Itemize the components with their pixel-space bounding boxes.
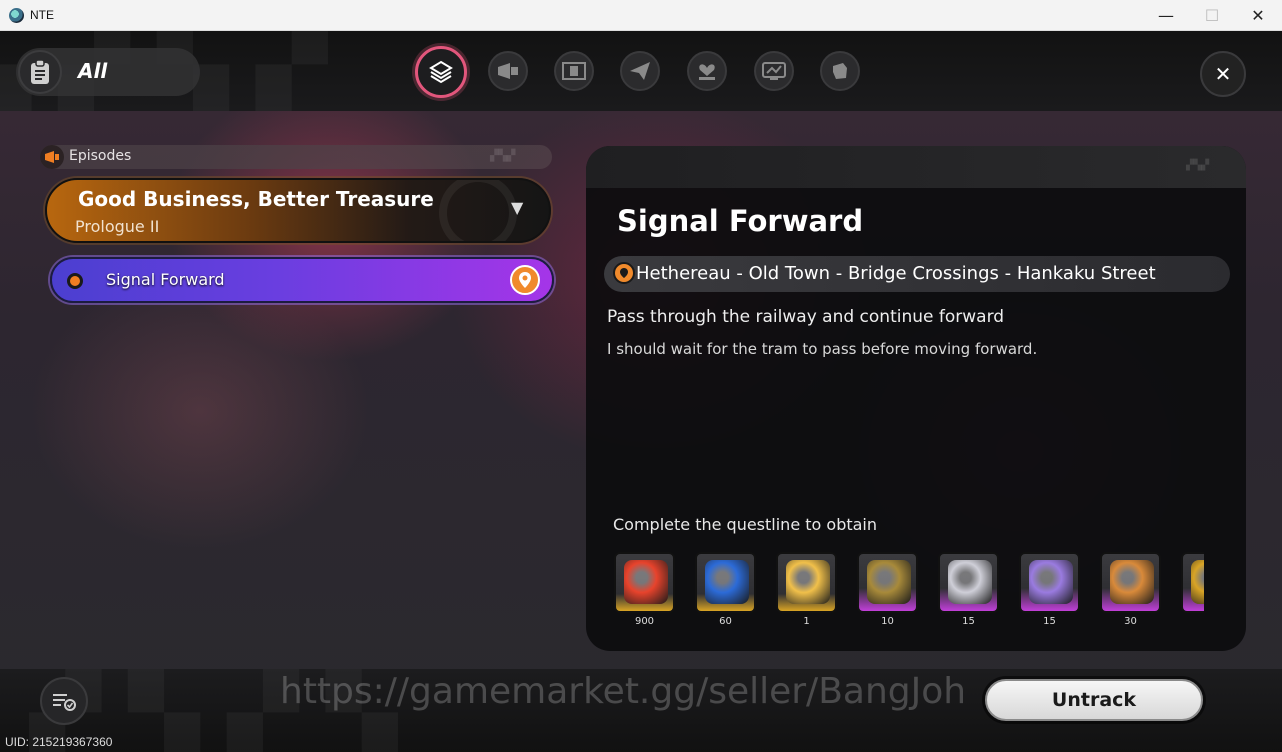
episodes-label: Episodes (69, 148, 132, 164)
tab-delivery[interactable] (620, 51, 660, 91)
location-text: Hethereau - Old Town - Bridge Crossings … (636, 263, 1156, 284)
reward-icon (624, 560, 668, 604)
detail-topstrip (586, 146, 1246, 188)
quest-hint: I should wait for the tram to pass befor… (607, 340, 1038, 358)
quest-status-dot (67, 273, 83, 289)
film-icon (562, 62, 586, 80)
reward-icon (786, 560, 830, 604)
header-decor: ▞▚▞ (490, 149, 516, 162)
reward-quantity: 1 (803, 616, 810, 627)
reward-icon (867, 560, 911, 604)
reward-icon (948, 560, 992, 604)
tab-screen[interactable] (754, 51, 794, 91)
quest-title: Signal Forward (617, 204, 864, 238)
reward-quantity: 15 (962, 616, 975, 627)
layers-icon (429, 60, 453, 84)
filter-label: All (78, 59, 108, 83)
rewards-label: Complete the questline to obtain (613, 515, 878, 534)
chapter-title: Good Business, Better Treasure (78, 187, 434, 211)
filter-pill[interactable]: All (16, 48, 200, 96)
heart-hands-icon (699, 64, 715, 80)
watermark-text: https://gamemarket.gg/seller/BangJoh (280, 671, 967, 712)
checklist-icon (53, 694, 76, 711)
reward-icon (705, 560, 749, 604)
close-icon: ✕ (1214, 62, 1232, 86)
reward-frame (614, 552, 675, 613)
reward-frame (1181, 552, 1204, 613)
reward-frame (938, 552, 999, 613)
reward-quantity: 15 (1043, 616, 1056, 627)
location-bar[interactable]: Hethereau - Old Town - Bridge Crossings … (604, 256, 1230, 292)
reward-frame (776, 552, 837, 613)
map-pin-icon[interactable] (510, 265, 540, 295)
window-close-button[interactable]: ✕ (1235, 0, 1281, 30)
reward-frame (695, 552, 756, 613)
window-titlebar: NTE — ☐ ✕ (0, 0, 1282, 31)
reward-frame (857, 552, 918, 613)
reward-quantity: 30 (1124, 616, 1137, 627)
reward-quantity: 900 (634, 616, 655, 627)
map-pin-icon (613, 262, 635, 284)
user-id: UID: 215219367360 (5, 735, 113, 749)
game-viewport: ▚ ▞ ▚ ▞ ▞ ▚ ▞ ▚ All ✕ Episodes ▞ (0, 31, 1282, 752)
app-icon (9, 8, 24, 23)
window-title: NTE (30, 8, 54, 22)
tab-story[interactable] (488, 51, 528, 91)
reward-quantity: 60 (719, 616, 732, 627)
fist-icon (833, 63, 847, 79)
reward-icon (1029, 560, 1073, 604)
untrack-button[interactable]: Untrack (985, 679, 1203, 721)
quest-item-signal-forward[interactable]: Signal Forward (50, 257, 554, 303)
reward-icon (1191, 560, 1204, 604)
monitor-icon (762, 62, 786, 80)
reward-quantity: 10 (881, 616, 894, 627)
reward-icon (1110, 560, 1154, 604)
rewards-list: 900 60 1 10 15 15 30 6 (608, 546, 1204, 636)
chapter-subtitle: Prologue II (75, 217, 160, 236)
quest-item-label: Signal Forward (106, 270, 225, 289)
detail-decor: ▞▚▞ (1186, 160, 1210, 171)
minimize-button[interactable]: — (1143, 0, 1189, 30)
chapter-emblem (439, 180, 517, 241)
chapter-card[interactable]: Good Business, Better Treasure Prologue … (45, 178, 551, 243)
episodes-header: Episodes ▞▚▞ (40, 145, 552, 169)
quest-log-button[interactable] (40, 677, 88, 725)
reward-quantity: 6 (1175, 616, 1204, 627)
chevron-down-icon[interactable]: ▼ (511, 198, 523, 217)
paper-plane-icon (630, 62, 650, 80)
maximize-button[interactable]: ☐ (1189, 0, 1235, 30)
clipboard-icon (18, 50, 62, 94)
tab-bonds[interactable] (687, 51, 727, 91)
reward-frame (1019, 552, 1080, 613)
tab-all-quests[interactable] (415, 46, 467, 98)
megaphone-icon (498, 63, 518, 79)
quest-detail-panel: ▞▚▞ Signal Forward Hethereau - Old Town … (586, 146, 1246, 651)
megaphone-icon (40, 145, 64, 169)
tab-misc[interactable] (820, 51, 860, 91)
close-button[interactable]: ✕ (1200, 51, 1246, 97)
reward-frame (1100, 552, 1161, 613)
quest-objective: Pass through the railway and continue fo… (607, 307, 1005, 327)
tab-film[interactable] (554, 51, 594, 91)
